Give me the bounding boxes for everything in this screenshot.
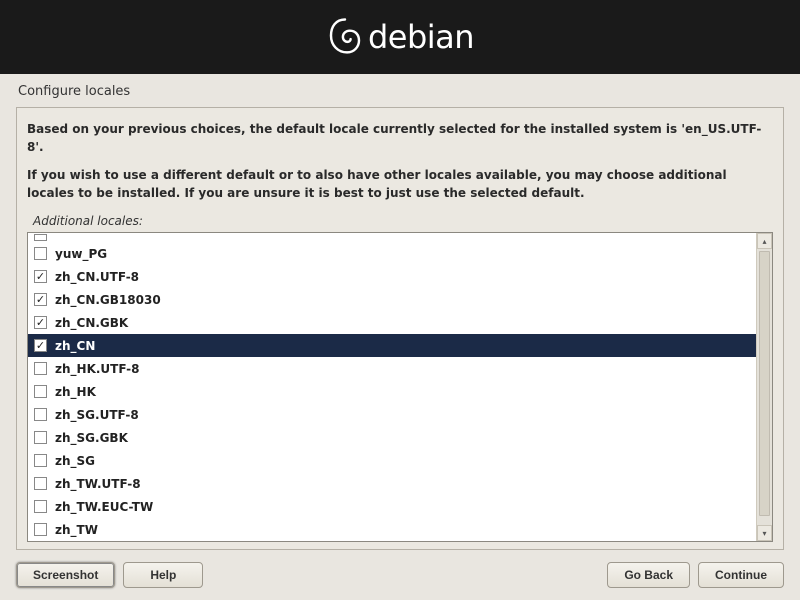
locale-label: zh_HK (55, 385, 96, 399)
list-item[interactable]: zh_HK.UTF-8 (28, 357, 756, 380)
list-item[interactable]: zh_SG.GBK (28, 426, 756, 449)
checkbox-icon[interactable] (34, 293, 47, 306)
checkbox-icon[interactable] (34, 339, 47, 352)
list-item[interactable]: zh_CN (28, 334, 756, 357)
brand-text: debian (368, 18, 474, 56)
locale-list-container: yuw_PG zh_CN.UTF-8 zh_CN.GB18030 zh_CN.GBKz… (27, 232, 773, 542)
scroll-up-button[interactable]: ▴ (757, 233, 772, 249)
scrollbar[interactable]: ▴ ▾ (756, 233, 772, 541)
list-item[interactable] (28, 233, 756, 242)
checkbox-icon[interactable] (34, 454, 47, 467)
checkbox-icon[interactable] (34, 500, 47, 513)
locale-list[interactable]: yuw_PG zh_CN.UTF-8 zh_CN.GB18030 zh_CN.GBKz… (28, 233, 756, 541)
checkbox-icon[interactable] (34, 523, 47, 536)
continue-button[interactable]: Continue (698, 562, 784, 588)
installer-header: debian (0, 0, 800, 74)
locale-label: zh_SG (55, 454, 95, 468)
description-line-1: Based on your previous choices, the defa… (27, 120, 773, 156)
checkbox-icon[interactable] (34, 316, 47, 329)
list-label: Additional locales: (27, 212, 773, 230)
checkbox-icon[interactable] (34, 408, 47, 421)
debian-swirl-icon (326, 16, 364, 58)
list-item[interactable]: zh_HK (28, 380, 756, 403)
locale-label: zh_CN.GBK (55, 316, 128, 330)
list-item[interactable]: zh_TW (28, 518, 756, 541)
locale-label: yuw_PG (55, 247, 107, 261)
list-item[interactable]: zh_TW.EUC-TW (28, 495, 756, 518)
scroll-down-button[interactable]: ▾ (757, 525, 772, 541)
locale-label: zh_CN.UTF-8 (55, 270, 139, 284)
locale-label: zh_CN (55, 339, 95, 353)
list-item[interactable]: zh_CN.GB18030 (28, 288, 756, 311)
locale-label: zh_HK.UTF-8 (55, 362, 140, 376)
main-panel: Based on your previous choices, the defa… (16, 107, 784, 550)
checkbox-icon[interactable] (34, 247, 47, 260)
list-item[interactable]: zh_CN.UTF-8 (28, 265, 756, 288)
list-item[interactable]: zh_SG.UTF-8 (28, 403, 756, 426)
locale-label: zh_TW.EUC-TW (55, 500, 153, 514)
go-back-button[interactable]: Go Back (607, 562, 690, 588)
button-bar: Screenshot Help Go Back Continue (0, 550, 800, 588)
checkbox-icon[interactable] (34, 431, 47, 444)
checkbox-icon[interactable] (34, 385, 47, 398)
page-title: Configure locales (0, 74, 800, 107)
list-item[interactable]: zh_TW.UTF-8 (28, 472, 756, 495)
checkbox-icon[interactable] (34, 362, 47, 375)
checkbox-icon[interactable] (34, 270, 47, 283)
help-button[interactable]: Help (123, 562, 203, 588)
description-text: Based on your previous choices, the defa… (27, 120, 773, 212)
checkbox-icon[interactable] (34, 477, 47, 490)
locale-label: zh_SG.GBK (55, 431, 128, 445)
description-line-2: If you wish to use a different default o… (27, 166, 773, 202)
locale-label: zh_TW.UTF-8 (55, 477, 141, 491)
locale-label: zh_CN.GB18030 (55, 293, 161, 307)
debian-logo: debian (326, 16, 474, 58)
checkbox-icon[interactable] (34, 234, 47, 241)
locale-label: zh_TW (55, 523, 98, 537)
list-item[interactable]: zh_CN.GBK (28, 311, 756, 334)
locale-label: zh_SG.UTF-8 (55, 408, 139, 422)
list-item[interactable]: zh_SG (28, 449, 756, 472)
list-item[interactable]: yuw_PG (28, 242, 756, 265)
scroll-thumb[interactable] (759, 251, 770, 516)
screenshot-button[interactable]: Screenshot (16, 562, 115, 588)
